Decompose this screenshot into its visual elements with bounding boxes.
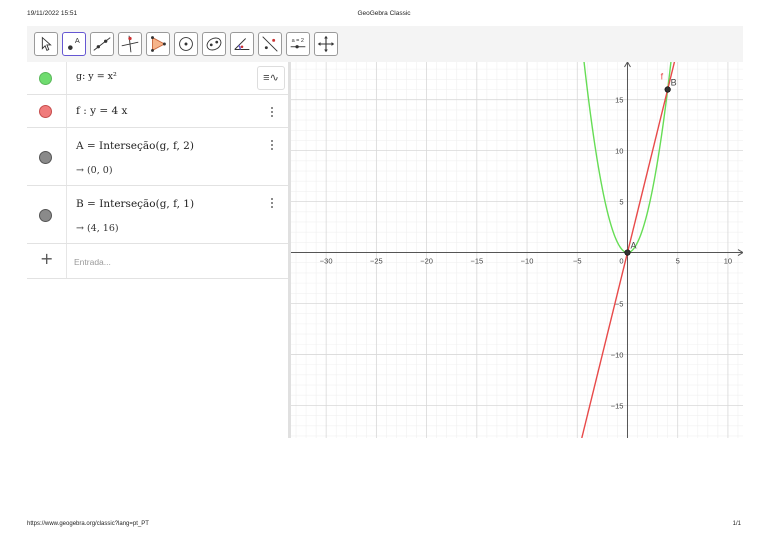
print-footer: https://www.geogebra.org/classic?lang=pt… (27, 521, 741, 531)
visibility-toggle-g (27, 62, 67, 94)
visibility-dot-A[interactable] (39, 151, 52, 164)
print-page-number: 1/1 (732, 521, 741, 527)
toolbar: A a = 2 (27, 26, 743, 62)
algebra-expr-A[interactable]: A = Interseção(g, f, 2) (76, 140, 194, 152)
point-A (624, 249, 631, 256)
slider-icon-label: a = 2 (292, 38, 304, 44)
perpendicular-line-icon[interactable] (118, 32, 142, 56)
polygon-icon[interactable] (146, 32, 170, 56)
x-tick-label: −25 (370, 257, 383, 266)
print-url: https://www.geogebra.org/classic?lang=pt… (27, 521, 149, 527)
point-label-B: B (671, 78, 677, 88)
algebra-input-row[interactable]: + Entrada... (27, 244, 288, 279)
algebra-value-A: → (0, 0) (76, 165, 113, 176)
algebra-item-f[interactable]: f : y = 4 x (27, 95, 288, 128)
more-menu-icon[interactable] (271, 140, 274, 152)
circle-center-point-icon[interactable] (174, 32, 198, 56)
algebra-view: g: y = x² ≡∿ f : y = 4 x A = Interseção(… (27, 62, 288, 280)
point-label-A: A (630, 241, 636, 251)
algebra-item-g[interactable]: g: y = x² ≡∿ (27, 62, 288, 95)
print-header: 19/11/2022 15:51 GeoGebra Classic (27, 10, 741, 22)
visibility-dot-g[interactable] (39, 72, 52, 85)
algebra-style-button[interactable]: ≡∿ (257, 66, 285, 90)
algebra-expr-g[interactable]: g: y = x² (76, 71, 117, 82)
x-tick-label: −20 (420, 257, 433, 266)
y-tick-label: 10 (615, 147, 623, 156)
more-menu-icon[interactable] (271, 198, 274, 210)
move-arrow-icon[interactable] (34, 32, 58, 56)
algebra-expr-f[interactable]: f : y = 4 x (76, 105, 127, 117)
print-title: GeoGebra Classic (357, 10, 411, 17)
x-tick-label: −10 (521, 257, 534, 266)
x-tick-label: −5 (573, 257, 582, 266)
x-tick-label: 10 (724, 257, 732, 266)
y-tick-label: 5 (619, 198, 623, 207)
visibility-toggle-f (27, 95, 67, 127)
label-f: f (661, 71, 664, 81)
ellipse-icon[interactable] (202, 32, 226, 56)
visibility-dot-B[interactable] (39, 209, 52, 222)
reflect-line-icon[interactable] (258, 32, 282, 56)
input-mark: + (27, 244, 67, 278)
visibility-toggle-B (27, 186, 67, 243)
y-tick-label: 15 (615, 96, 623, 105)
x-tick-label: 0 (619, 257, 623, 266)
slider-icon[interactable]: a = 2 (286, 32, 310, 56)
visibility-dot-f[interactable] (39, 105, 52, 118)
graphics-view[interactable]: −30 −25 −20 −15 −10 −5 0 5 10 15 10 5 −5 −10 −15 f A B (291, 62, 743, 438)
svg-text:A: A (75, 36, 80, 45)
plus-icon[interactable]: + (40, 249, 53, 268)
line-icon[interactable] (90, 32, 114, 56)
algebra-style-icon: ≡∿ (263, 72, 279, 84)
algebra-expr-B[interactable]: B = Interseção(g, f, 1) (76, 198, 194, 210)
graphics-canvas[interactable]: −30 −25 −20 −15 −10 −5 0 5 1015105−5−10−15fAB (291, 62, 743, 438)
x-tick-label: −30 (320, 257, 333, 266)
x-tick-label: 5 (676, 257, 680, 266)
algebra-input[interactable]: Entrada... (74, 257, 111, 267)
y-tick-label: −10 (611, 350, 624, 359)
point-B (664, 86, 671, 93)
point-icon[interactable]: A (62, 32, 86, 56)
visibility-toggle-A (27, 128, 67, 185)
angle-icon[interactable] (230, 32, 254, 56)
algebra-item-A[interactable]: A = Interseção(g, f, 2) → (0, 0) (27, 128, 288, 186)
algebra-value-B: → (4, 16) (76, 223, 119, 234)
algebra-item-B[interactable]: B = Interseção(g, f, 1) → (4, 16) (27, 186, 288, 244)
y-tick-label: −15 (611, 401, 624, 410)
more-menu-icon[interactable] (271, 107, 274, 119)
x-tick-label: −15 (470, 257, 483, 266)
move-graphics-view-icon[interactable] (314, 32, 338, 56)
